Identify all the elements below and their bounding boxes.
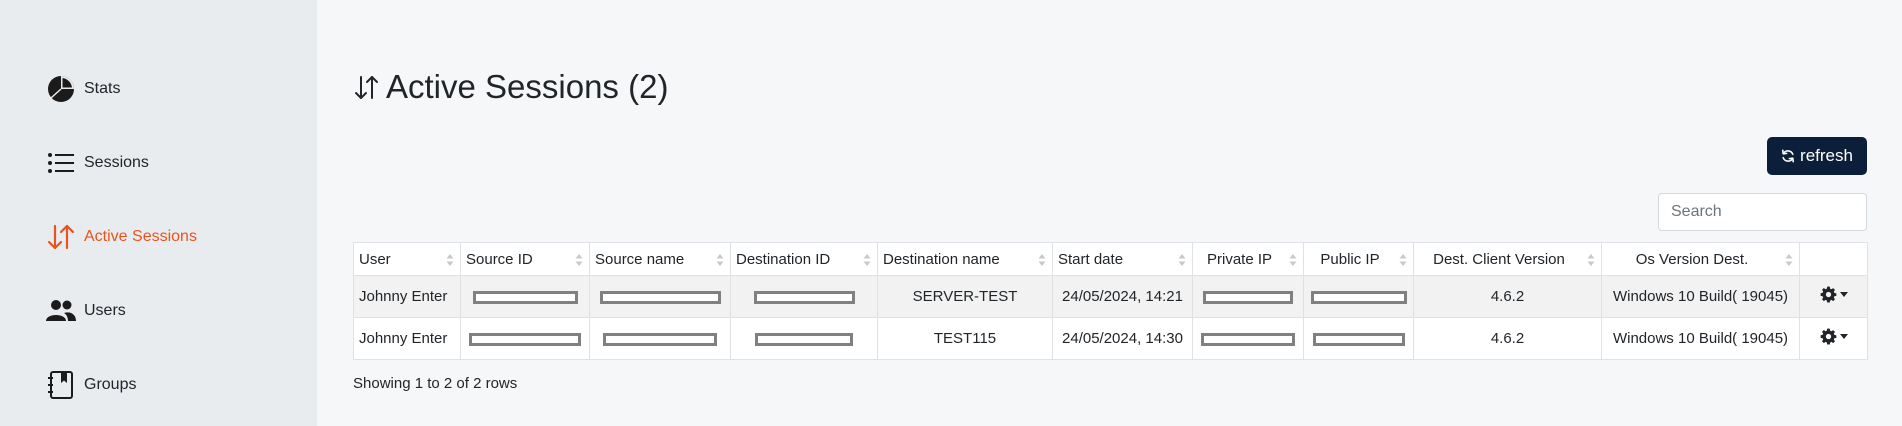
row-actions-button[interactable] bbox=[1820, 286, 1848, 303]
column-header-public-ip[interactable]: Public IP bbox=[1303, 242, 1414, 276]
cell-actions bbox=[1799, 275, 1868, 318]
sidebar-item-active-sessions[interactable]: Active Sessions bbox=[46, 220, 197, 254]
refresh-icon bbox=[1781, 149, 1795, 163]
redaction-box bbox=[1201, 332, 1295, 346]
pagination-info: Showing 1 to 2 of 2 rows bbox=[353, 375, 518, 392]
sort-icon bbox=[1038, 254, 1046, 266]
column-header-source-name[interactable]: Source name bbox=[589, 242, 731, 276]
cell-start-date: 24/05/2024, 14:30 bbox=[1052, 317, 1193, 360]
main-content: Active Sessions (2) refresh User Source … bbox=[317, 0, 1902, 426]
redaction-box bbox=[1312, 332, 1405, 346]
redaction-box bbox=[472, 290, 578, 304]
column-header-os-version[interactable]: Os Version Dest. bbox=[1601, 242, 1800, 276]
table-header-row: User Source ID Source name Destination I… bbox=[353, 242, 1868, 276]
cell-destination-id bbox=[730, 317, 878, 360]
row-actions-button[interactable] bbox=[1820, 328, 1848, 345]
sidebar-item-label: Groups bbox=[84, 376, 137, 393]
column-header-user[interactable]: User bbox=[353, 242, 461, 276]
column-header-start-date[interactable]: Start date bbox=[1052, 242, 1193, 276]
redaction-box bbox=[1203, 290, 1293, 304]
column-header-actions bbox=[1799, 242, 1868, 276]
redaction-box bbox=[469, 332, 581, 346]
sidebar: Stats Sessions Active Sessions Users Gro… bbox=[0, 0, 317, 426]
cell-private-ip bbox=[1192, 275, 1304, 318]
cell-client-version: 4.6.2 bbox=[1413, 275, 1602, 318]
page-title-text: Active Sessions (2) bbox=[386, 68, 669, 105]
sidebar-item-label: Sessions bbox=[84, 154, 149, 171]
sort-icon bbox=[1399, 254, 1407, 266]
sort-icon bbox=[1587, 254, 1595, 266]
table-row: Johnny Enter TEST115 24/05/2024, 14:30 4… bbox=[353, 317, 1868, 360]
sort-icon bbox=[863, 254, 871, 266]
refresh-button-label: refresh bbox=[1800, 146, 1853, 165]
caret-down-icon bbox=[1839, 333, 1848, 339]
cell-user: Johnny Enter bbox=[353, 317, 461, 360]
sort-arrows-icon bbox=[355, 76, 378, 99]
sort-icon bbox=[1785, 254, 1793, 266]
column-header-private-ip[interactable]: Private IP bbox=[1192, 242, 1304, 276]
cell-source-id bbox=[460, 275, 590, 318]
pie-chart-icon bbox=[46, 74, 76, 104]
sort-icon bbox=[1178, 254, 1186, 266]
users-icon bbox=[46, 296, 76, 326]
sidebar-item-label: Users bbox=[84, 302, 126, 319]
cell-public-ip bbox=[1303, 317, 1414, 360]
sort-icon bbox=[716, 254, 724, 266]
column-header-client-version[interactable]: Dest. Client Version bbox=[1413, 242, 1602, 276]
column-header-destination-name[interactable]: Destination name bbox=[877, 242, 1053, 276]
cell-source-id bbox=[460, 317, 590, 360]
cell-private-ip bbox=[1192, 317, 1304, 360]
sort-icon bbox=[575, 254, 583, 266]
caret-down-icon bbox=[1839, 291, 1848, 297]
sort-arrows-icon bbox=[46, 222, 76, 252]
sort-icon bbox=[446, 254, 454, 266]
redaction-box bbox=[1310, 290, 1407, 304]
redaction-box bbox=[755, 332, 853, 346]
cell-os-version: Windows 10 Build( 19045) bbox=[1601, 317, 1800, 360]
sidebar-item-groups[interactable]: Groups bbox=[46, 368, 136, 402]
redaction-box bbox=[603, 332, 717, 346]
sidebar-item-sessions[interactable]: Sessions bbox=[46, 146, 149, 180]
list-icon bbox=[46, 148, 76, 178]
cell-actions bbox=[1799, 317, 1868, 360]
sidebar-item-label: Active Sessions bbox=[84, 228, 197, 245]
refresh-button[interactable]: refresh bbox=[1767, 137, 1867, 175]
cell-destination-name: SERVER-TEST bbox=[877, 275, 1053, 318]
cell-client-version: 4.6.2 bbox=[1413, 317, 1602, 360]
cell-user: Johnny Enter bbox=[353, 275, 461, 318]
cell-source-name bbox=[589, 275, 731, 318]
address-book-icon bbox=[46, 370, 76, 400]
cell-os-version: Windows 10 Build( 19045) bbox=[1601, 275, 1800, 318]
column-header-source-id[interactable]: Source ID bbox=[460, 242, 590, 276]
sidebar-item-stats[interactable]: Stats bbox=[46, 72, 120, 106]
sidebar-item-users[interactable]: Users bbox=[46, 294, 126, 328]
table-row: Johnny Enter SERVER-TEST 24/05/2024, 14:… bbox=[353, 275, 1868, 318]
gear-icon bbox=[1820, 286, 1836, 303]
cell-destination-id bbox=[730, 275, 878, 318]
cell-destination-name: TEST115 bbox=[877, 317, 1053, 360]
redaction-box bbox=[753, 290, 855, 304]
page-title: Active Sessions (2) bbox=[352, 68, 668, 106]
sidebar-item-label: Stats bbox=[84, 80, 121, 97]
sort-icon bbox=[1289, 254, 1297, 266]
cell-start-date: 24/05/2024, 14:21 bbox=[1052, 275, 1193, 318]
gear-icon bbox=[1820, 328, 1836, 345]
sessions-table: User Source ID Source name Destination I… bbox=[353, 242, 1868, 360]
column-header-destination-id[interactable]: Destination ID bbox=[730, 242, 878, 276]
cell-source-name bbox=[589, 317, 731, 360]
cell-public-ip bbox=[1303, 275, 1414, 318]
redaction-box bbox=[599, 290, 721, 304]
search-input[interactable] bbox=[1658, 193, 1867, 231]
